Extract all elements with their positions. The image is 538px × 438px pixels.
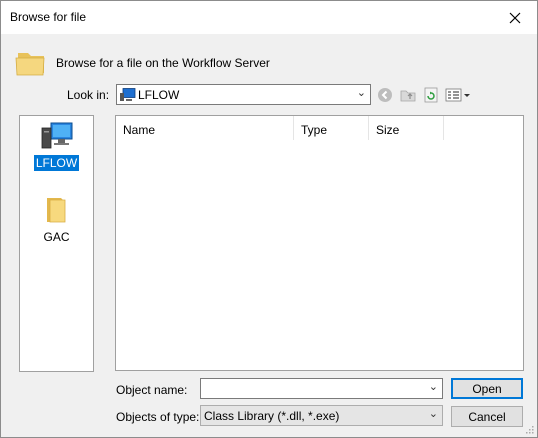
open-button[interactable]: Open [451,378,523,399]
folder-icon [15,53,45,76]
place-label-lflow: LFLOW [33,155,80,171]
browse-dialog: Browse for file Browse for a file on the… [0,0,538,438]
view-menu-icon [445,88,470,102]
column-header-label: Size [376,123,400,137]
column-header-label: Name [123,123,156,137]
place-lflow[interactable]: LFLOW [20,120,93,171]
view-menu-button[interactable] [444,85,472,105]
new-folder-button[interactable] [421,85,441,105]
refresh-icon [424,87,438,103]
computer-icon [41,122,72,149]
object-name-label: Object name: [116,383,188,397]
close-icon [509,12,521,23]
object-type-label: Objects of type: [116,410,200,424]
place-gac[interactable]: GAC [20,194,93,245]
folder-icon [46,198,65,223]
object-type-select[interactable]: Class Library (*.dll, *.exe) ⌄ [200,405,443,426]
up-folder-icon [400,90,416,102]
column-header-type[interactable]: Type [294,116,369,140]
open-button-label: Open [472,381,502,396]
chevron-down-icon: ⌄ [428,381,438,393]
object-name-field[interactable]: ⌄ [200,378,443,399]
chevron-down-icon: ⌄ [356,87,366,99]
column-header-name[interactable]: Name [116,116,294,140]
places-bar: LFLOW GAC [19,115,94,372]
cancel-button-label: Cancel [468,409,506,424]
up-folder-button[interactable] [398,85,418,105]
column-header-label: Type [301,123,328,137]
look-in-label: Look in: [67,88,110,102]
back-icon [378,88,392,102]
resize-grip-icon[interactable] [524,424,534,434]
close-button[interactable] [493,1,537,34]
place-label-gac: GAC [43,230,70,244]
title-bar: Browse for file [1,1,537,34]
file-list[interactable]: Name Type Size [115,115,524,371]
look-in-combo[interactable]: LFLOW ⌄ [116,84,371,105]
column-header-size[interactable]: Size [369,116,444,140]
computer-icon [120,88,136,101]
header-text: Browse for a file on the Workflow Server [56,56,270,70]
object-type-value: Class Library (*.dll, *.exe) [204,409,340,423]
window-title: Browse for file [10,10,87,24]
back-button[interactable] [375,85,395,105]
cancel-button[interactable]: Cancel [451,406,523,427]
chevron-down-icon: ⌄ [428,408,438,420]
look-in-value: LFLOW [138,88,180,102]
